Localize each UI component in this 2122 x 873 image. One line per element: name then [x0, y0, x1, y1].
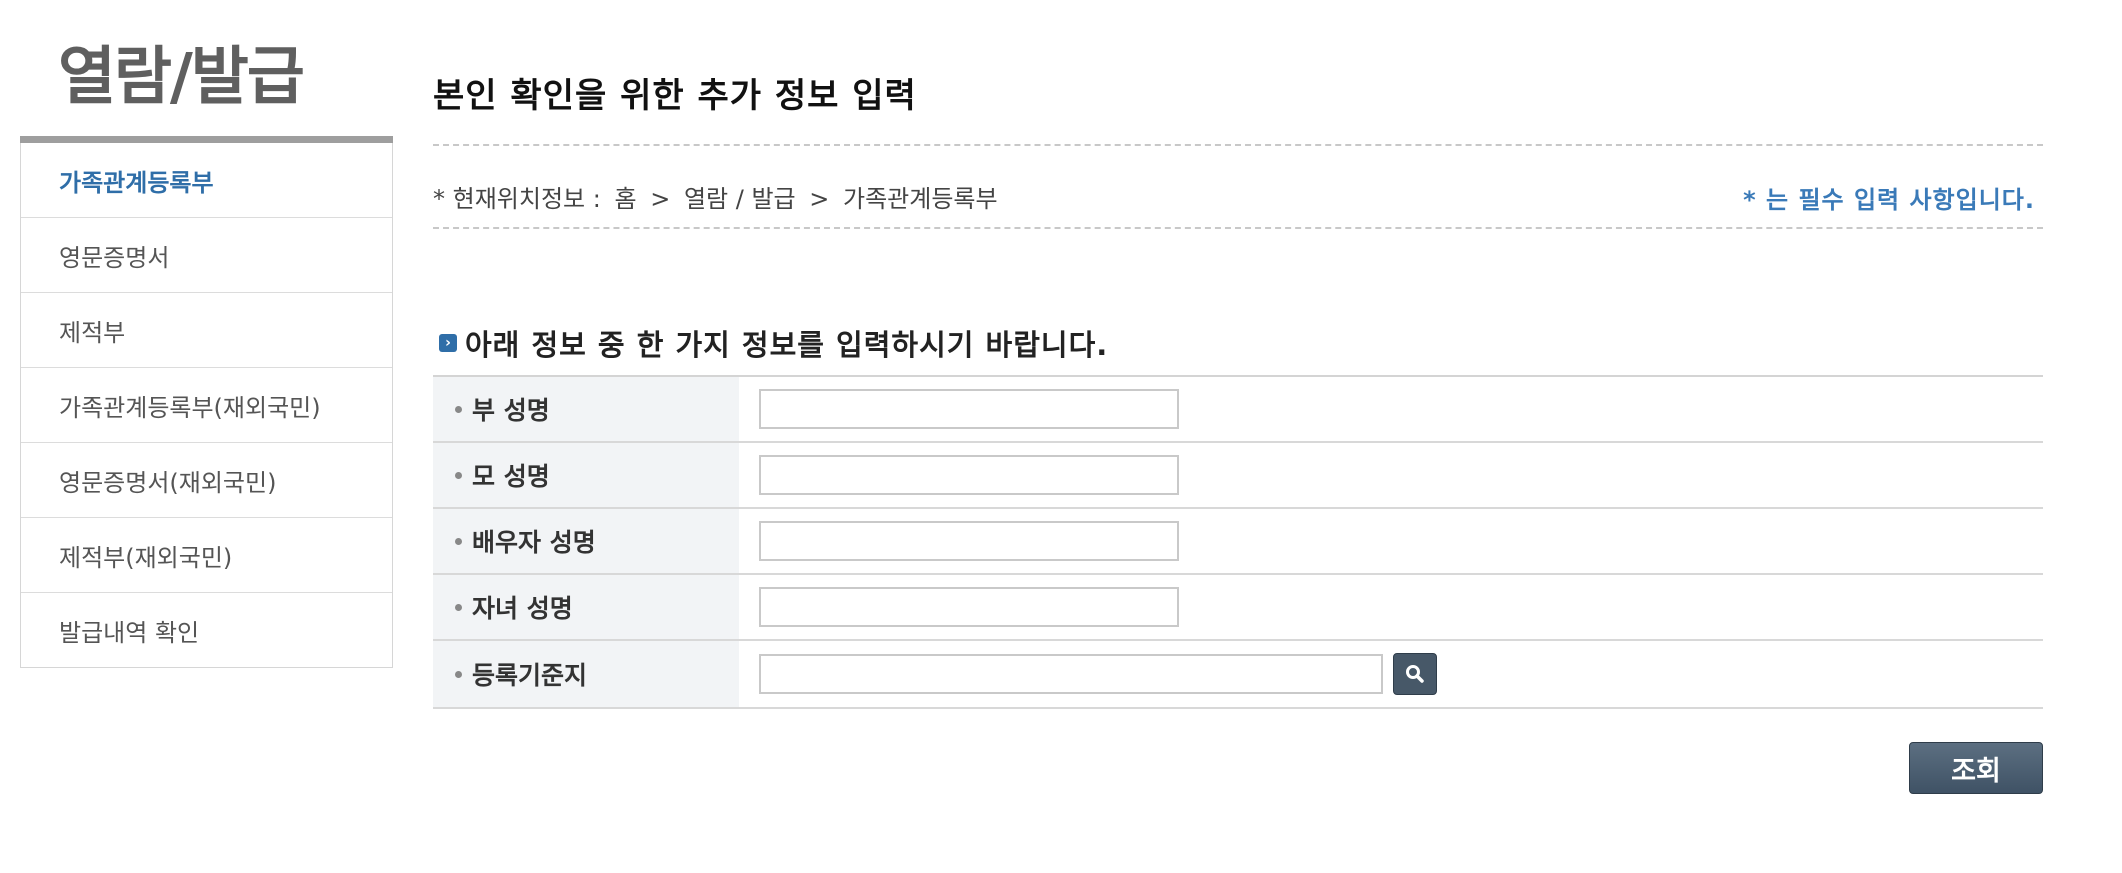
- form-row-mother-name: 모 성명: [433, 443, 2043, 509]
- father-name-label: 부 성명: [472, 396, 550, 425]
- sidebar-item-family-register-overseas[interactable]: 가족관계등록부(재외국민): [21, 367, 392, 442]
- spouse-name-label: 배우자 성명: [472, 528, 596, 557]
- spouse-name-input[interactable]: [759, 521, 1179, 561]
- sidebar-item-english-certificate-overseas[interactable]: 영문증명서(재외국민): [21, 442, 392, 517]
- form-row-registration-base: 등록기준지: [433, 641, 2043, 709]
- dashed-divider-bottom: [433, 227, 2043, 229]
- required-note: * 는 필수 입력 사항입니다.: [1743, 186, 2035, 214]
- sidebar-item-issue-history[interactable]: 발급내역 확인: [21, 592, 392, 667]
- dashed-divider-top: [433, 144, 2043, 146]
- breadcrumb-separator: >: [650, 185, 671, 213]
- mother-name-input[interactable]: [759, 455, 1179, 495]
- page-title: 본인 확인을 위한 추가 정보 입력: [433, 76, 917, 116]
- sidebar-menu: 가족관계등록부 영문증명서 제적부 가족관계등록부(재외국민) 영문증명서(재외…: [20, 143, 393, 668]
- breadcrumb-prefix: * 현재위치정보 :: [433, 185, 601, 213]
- sidebar-item-removed-register[interactable]: 제적부: [21, 292, 392, 367]
- form-row-spouse-name: 배우자 성명: [433, 509, 2043, 575]
- bullet-icon: [455, 670, 462, 678]
- sidebar-item-removed-register-overseas[interactable]: 제적부(재외국민): [21, 517, 392, 592]
- form-field: [739, 509, 2043, 573]
- bullet-icon: [455, 537, 462, 545]
- bullet-icon: [455, 471, 462, 479]
- breadcrumb-separator: >: [809, 185, 830, 213]
- arrow-right-icon: ›: [439, 334, 457, 352]
- registration-base-label: 등록기준지: [472, 661, 588, 690]
- lookup-button[interactable]: 조회: [1909, 742, 2043, 794]
- sidebar-item-english-certificate[interactable]: 영문증명서: [21, 217, 392, 292]
- info-form: 부 성명 모 성명 배우자 성명 자녀 성명 등록기준지: [433, 375, 2043, 709]
- form-field: [739, 641, 2043, 707]
- form-label: 자녀 성명: [433, 575, 739, 639]
- sidebar-divider: [20, 136, 393, 143]
- bullet-icon: [455, 603, 462, 611]
- registration-base-input[interactable]: [759, 654, 1383, 694]
- address-search-button[interactable]: [1393, 653, 1437, 695]
- sidebar-item-family-register[interactable]: 가족관계등록부: [21, 143, 392, 217]
- form-field: [739, 443, 2043, 507]
- section-heading: › 아래 정보 중 한 가지 정보를 입력하시기 바랍니다.: [439, 322, 1108, 364]
- bullet-icon: [455, 405, 462, 413]
- child-name-label: 자녀 성명: [472, 594, 573, 623]
- form-row-child-name: 자녀 성명: [433, 575, 2043, 641]
- form-field: [739, 377, 2043, 441]
- page: 열람/발급 가족관계등록부 영문증명서 제적부 가족관계등록부(재외국민) 영문…: [0, 0, 2122, 873]
- search-icon: [1406, 665, 1424, 683]
- form-row-father-name: 부 성명: [433, 377, 2043, 443]
- father-name-input[interactable]: [759, 389, 1179, 429]
- sidebar-title: 열람/발급: [58, 40, 305, 113]
- breadcrumb-level1[interactable]: 열람 / 발급: [684, 185, 796, 213]
- form-field: [739, 575, 2043, 639]
- form-label: 모 성명: [433, 443, 739, 507]
- form-label: 배우자 성명: [433, 509, 739, 573]
- breadcrumb-level2[interactable]: 가족관계등록부: [843, 185, 998, 213]
- sidebar: 열람/발급 가족관계등록부 영문증명서 제적부 가족관계등록부(재외국민) 영문…: [20, 30, 393, 668]
- form-label: 등록기준지: [433, 641, 739, 707]
- section-heading-text: 아래 정보 중 한 가지 정보를 입력하시기 바랍니다.: [465, 328, 1109, 362]
- breadcrumb-home[interactable]: 홈: [614, 185, 636, 213]
- child-name-input[interactable]: [759, 587, 1179, 627]
- breadcrumb: * 현재위치정보 : 홈 > 열람 / 발급 > 가족관계등록부: [433, 179, 1004, 214]
- mother-name-label: 모 성명: [472, 462, 550, 491]
- form-label: 부 성명: [433, 377, 739, 441]
